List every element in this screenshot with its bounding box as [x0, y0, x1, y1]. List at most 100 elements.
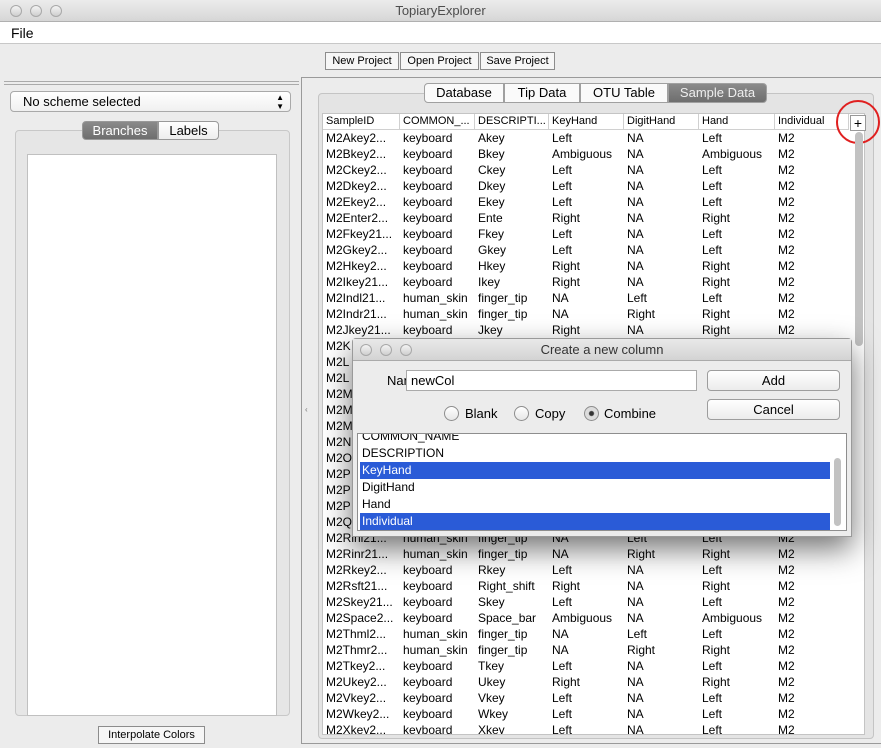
table-row[interactable]: M2Rinr21... human_skin finger_tip NA Right Ri…: [323, 546, 853, 562]
tab-otu-table[interactable]: OTU Table: [580, 83, 668, 103]
open-project-button[interactable]: Open Project: [400, 52, 479, 70]
table-cell: Right: [702, 275, 731, 289]
table-row[interactable]: M2Akey2... keyboard Akey Left NA Left M2: [323, 130, 853, 146]
radio-blank[interactable]: [444, 406, 459, 421]
list-item[interactable]: DESCRIPTION: [360, 445, 830, 462]
table-row[interactable]: M2Dkey2... keyboard Dkey Left NA Left M2: [323, 178, 853, 194]
table-cell: Tkey: [478, 659, 505, 673]
radio-copy[interactable]: [514, 406, 529, 421]
column-header[interactable]: DigitHand: [624, 114, 699, 130]
table-row[interactable]: M2Gkey2... keyboard Gkey Left NA Left M2: [323, 242, 853, 258]
table-row[interactable]: M2Tkey2... keyboard Tkey Left NA Left M2: [323, 658, 853, 674]
column-header[interactable]: KeyHand: [549, 114, 624, 130]
tab-tip-data[interactable]: Tip Data: [504, 83, 580, 103]
table-cell: keyboard: [403, 243, 453, 257]
dialog-minimize-button[interactable]: [380, 344, 392, 356]
list-item[interactable]: COMMON_NAME: [360, 434, 830, 445]
table-row[interactable]: M2Ukey2... keyboard Ukey Right NA Right M2: [323, 674, 853, 690]
table-row[interactable]: M2Fkey21... keyboard Fkey Left NA Left M2: [323, 226, 853, 242]
column-header[interactable]: Hand: [699, 114, 775, 130]
table-cell: keyboard: [403, 259, 453, 273]
table-row[interactable]: M2Indl21... human_skin finger_tip NA Left Lef…: [323, 290, 853, 306]
table-row[interactable]: M2Rsft21... keyboard Right_shift Right NA Rig…: [323, 578, 853, 594]
table-cell: Left: [552, 243, 573, 257]
table-row[interactable]: M2Xkey2... keyboard Xkey Left NA Left M2: [323, 722, 853, 734]
table-row[interactable]: M2Bkey2... keyboard Bkey Ambiguous NA Ambiguo…: [323, 146, 853, 162]
interpolate-colors-button[interactable]: Interpolate Colors: [98, 726, 205, 744]
table-cell: Ente: [478, 211, 503, 225]
table-row[interactable]: M2Skey21... keyboard Skey Left NA Left M2: [323, 594, 853, 610]
cancel-button[interactable]: Cancel: [707, 399, 840, 420]
scheme-select-value: No scheme selected: [23, 94, 141, 109]
table-cell: Ukey: [478, 675, 506, 689]
table-cell: M2Ckey2...: [326, 163, 387, 177]
tab-sample-data[interactable]: Sample Data: [668, 83, 767, 103]
table-cell: NA: [627, 611, 644, 625]
table-cell: Ambiguous: [552, 147, 613, 161]
list-item[interactable]: Hand: [360, 496, 830, 513]
table-row[interactable]: M2Space2... keyboard Space_bar Ambiguous NA A…: [323, 610, 853, 626]
branches-list[interactable]: [27, 154, 277, 716]
table-cell: Left: [552, 659, 573, 673]
table-row[interactable]: M2Ckey2... keyboard Ckey Left NA Left M2: [323, 162, 853, 178]
zoom-window-button[interactable]: [50, 5, 62, 17]
save-project-button[interactable]: Save Project: [480, 52, 555, 70]
table-cell: NA: [627, 195, 644, 209]
left-panel-divider: [4, 81, 299, 85]
table-row[interactable]: M2Ikey21... keyboard Ikey Right NA Right M2: [323, 274, 853, 290]
name-input[interactable]: [406, 370, 697, 391]
table-row[interactable]: M2Rkey2... keyboard Rkey Left NA Left M2: [323, 562, 853, 578]
table-cell: M2Vkey2...: [326, 691, 387, 705]
table-row[interactable]: M2Jkey21... keyboard Jkey Right NA Right M2: [323, 322, 853, 338]
close-window-button[interactable]: [10, 5, 22, 17]
dialog-title-bar: Create a new column: [353, 339, 851, 361]
table-cell: human_skin: [403, 547, 468, 561]
list-item[interactable]: DigitHand: [360, 479, 830, 496]
table-cell: Ekey: [478, 195, 505, 209]
table-cell: M2Thmr2...: [326, 643, 388, 657]
table-cell: NA: [627, 691, 644, 705]
table-row[interactable]: M2Indr21... human_skin finger_tip NA Right Ri…: [323, 306, 853, 322]
table-row[interactable]: M2Ekey2... keyboard Ekey Left NA Left M2: [323, 194, 853, 210]
menu-file[interactable]: File: [11, 25, 34, 41]
table-cell: Right: [702, 307, 731, 321]
radio-combine[interactable]: [584, 406, 599, 421]
table-row[interactable]: M2Enter2... keyboard Ente Right NA Right M2: [323, 210, 853, 226]
table-cell: NA: [627, 563, 644, 577]
list-item-selected[interactable]: KeyHand: [360, 462, 830, 479]
column-header[interactable]: COMMON_...: [400, 114, 475, 130]
minimize-window-button[interactable]: [30, 5, 42, 17]
table-cell: M2: [778, 707, 795, 721]
column-header[interactable]: DESCRIPTI...: [475, 114, 549, 130]
table-cell: Right: [627, 547, 656, 561]
dialog-title: Create a new column: [540, 342, 664, 357]
scheme-select[interactable]: No scheme selected ▲ ▼: [10, 91, 291, 112]
table-cell: M2: [778, 243, 795, 257]
split-handle-icon[interactable]: ‹: [305, 405, 308, 414]
create-column-dialog: Create a new column Name: Add Cancel Bla…: [352, 338, 852, 537]
list-scrollbar[interactable]: [834, 458, 841, 526]
new-project-button[interactable]: New Project: [325, 52, 399, 70]
table-cell: Left: [552, 227, 573, 241]
table-cell: NA: [627, 147, 644, 161]
tab-database[interactable]: Database: [424, 83, 504, 103]
dialog-close-button[interactable]: [360, 344, 372, 356]
column-header[interactable]: SampleID: [323, 114, 400, 130]
table-cell: M2Rinr21...: [326, 547, 389, 561]
table-cell: NA: [627, 131, 644, 145]
table-row[interactable]: M2Hkey2... keyboard Hkey Right NA Right M2: [323, 258, 853, 274]
table-cell: Left: [552, 707, 573, 721]
table-row[interactable]: M2Vkey2... keyboard Vkey Left NA Left M2: [323, 690, 853, 706]
list-item-selected[interactable]: Individual: [360, 513, 830, 530]
add-button[interactable]: Add: [707, 370, 840, 391]
tab-labels[interactable]: Labels: [158, 121, 219, 140]
table-cell: M2Thml2...: [326, 627, 387, 641]
table-row[interactable]: M2Thml2... human_skin finger_tip NA Left Left…: [323, 626, 853, 642]
dialog-zoom-button[interactable]: [400, 344, 412, 356]
tab-branches[interactable]: Branches: [82, 121, 158, 140]
table-cell: Bkey: [478, 147, 505, 161]
table-row[interactable]: M2Wkey2... keyboard Wkey Left NA Left M2: [323, 706, 853, 722]
table-scrollbar[interactable]: [855, 132, 863, 346]
table-row[interactable]: M2Thmr2... human_skin finger_tip NA Right Rig…: [323, 642, 853, 658]
column-list[interactable]: COMMON_NAME DESCRIPTION KeyHand DigitHan…: [357, 433, 847, 531]
